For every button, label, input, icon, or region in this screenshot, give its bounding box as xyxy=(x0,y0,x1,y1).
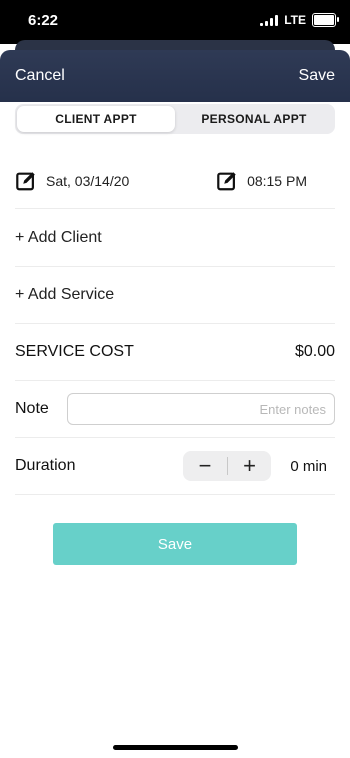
appointment-form: CLIENT APPT PERSONAL APPT Sat, 03/14/20 … xyxy=(0,102,350,758)
header-save-button[interactable]: Save xyxy=(299,67,335,85)
appointment-date: Sat, 03/14/20 xyxy=(46,173,130,189)
cancel-button[interactable]: Cancel xyxy=(15,67,65,85)
date-picker[interactable]: Sat, 03/14/20 xyxy=(15,170,129,192)
note-row: Note xyxy=(15,381,335,438)
service-cost-value: $0.00 xyxy=(294,343,335,360)
network-type: LTE xyxy=(284,13,306,27)
status-indicators: LTE xyxy=(260,13,339,27)
appointment-type-control: CLIENT APPT PERSONAL APPT xyxy=(15,104,335,134)
save-button[interactable]: Save xyxy=(53,523,297,565)
notes-input[interactable] xyxy=(67,393,335,425)
battery-icon xyxy=(312,13,339,27)
duration-stepper: − + xyxy=(183,451,272,481)
edit-square-icon xyxy=(16,172,35,191)
add-client-button[interactable]: + Add Client xyxy=(15,209,335,267)
signal-icon xyxy=(260,14,279,26)
service-cost-label: SERVICE COST xyxy=(15,343,134,360)
add-service-button[interactable]: + Add Service xyxy=(15,267,335,324)
note-label: Note xyxy=(15,400,49,417)
home-indicator[interactable] xyxy=(113,745,238,750)
duration-row: Duration − + 0 min xyxy=(15,438,335,495)
duration-label: Duration xyxy=(15,457,76,474)
increment-button[interactable]: + xyxy=(228,451,272,481)
decrement-button[interactable]: − xyxy=(183,451,227,481)
modal-header: Cancel Save xyxy=(0,50,350,105)
datetime-row: Sat, 03/14/20 08:15 PM xyxy=(15,154,335,209)
status-bar: 6:22 LTE xyxy=(0,0,350,44)
edit-square-icon xyxy=(217,172,236,191)
appointment-time: 08:15 PM xyxy=(247,173,307,189)
segment-client-appt[interactable]: CLIENT APPT xyxy=(17,106,175,132)
segment-personal-appt[interactable]: PERSONAL APPT xyxy=(175,106,333,132)
time-picker[interactable]: 08:15 PM xyxy=(216,170,307,192)
service-cost-row: SERVICE COST $0.00 xyxy=(15,324,335,381)
duration-value: 0 min xyxy=(290,457,327,475)
duration-control: − + 0 min xyxy=(183,451,335,481)
status-time: 6:22 xyxy=(28,12,59,29)
